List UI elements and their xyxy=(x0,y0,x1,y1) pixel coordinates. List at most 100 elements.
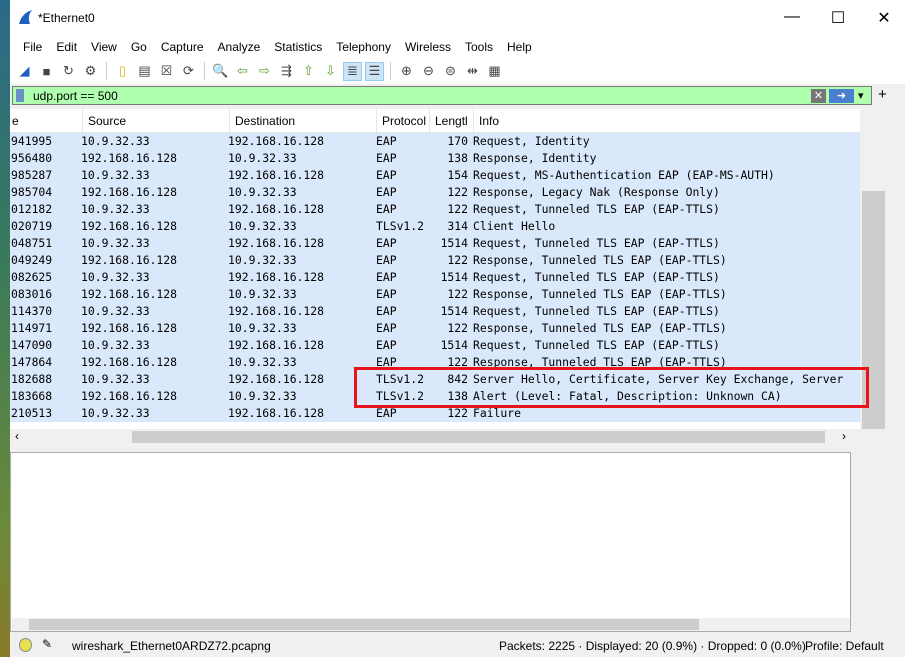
packet-row[interactable]: 985287 10.9.32.33 192.168.16.128 EAP 154 Requ… xyxy=(10,167,860,184)
packet-row[interactable]: 985704 192.168.16.128 10.9.32.33 EAP 122 Resp… xyxy=(10,184,860,201)
destination-cell: 192.168.16.128 xyxy=(228,372,325,386)
source-cell: 192.168.16.128 xyxy=(81,287,178,301)
scroll-right-icon[interactable]: › xyxy=(842,429,846,443)
packet-list-header: e Source Destination Protocol Lengtl Info xyxy=(10,109,860,133)
close-file-icon[interactable]: ☒ xyxy=(157,62,176,81)
reload-icon[interactable]: ⟳ xyxy=(179,62,198,81)
packet-row[interactable]: 114370 10.9.32.33 192.168.16.128 EAP 1514 Req… xyxy=(10,303,860,320)
length-cell: 154 xyxy=(447,168,468,182)
bookmark-icon[interactable] xyxy=(16,89,24,102)
protocol-cell: EAP xyxy=(376,338,397,352)
close-button[interactable]: ✕ xyxy=(874,8,894,28)
zoom-in-icon[interactable]: ⊕ xyxy=(397,62,416,81)
destination-cell: 192.168.16.128 xyxy=(228,270,325,284)
length-cell: 1514 xyxy=(440,304,468,318)
horizontal-scrollbar[interactable]: ‹ › xyxy=(10,429,887,445)
packet-row[interactable]: 083016 192.168.16.128 10.9.32.33 EAP 122 Resp… xyxy=(10,286,860,303)
packet-row[interactable]: 956480 192.168.16.128 10.9.32.33 EAP 138 Resp… xyxy=(10,150,860,167)
column-header-1[interactable]: Source xyxy=(82,109,126,133)
save-icon[interactable]: ▤ xyxy=(135,62,154,81)
packet-row[interactable]: 012182 10.9.32.33 192.168.16.128 EAP 122 Requ… xyxy=(10,201,860,218)
menu-wireless[interactable]: Wireless xyxy=(398,36,458,58)
menu-view[interactable]: View xyxy=(84,36,124,58)
destination-cell: 192.168.16.128 xyxy=(228,406,325,420)
destination-cell: 10.9.32.33 xyxy=(228,219,297,233)
back-icon[interactable]: ⇦ xyxy=(233,62,252,81)
destination-cell: 192.168.16.128 xyxy=(228,338,325,352)
info-cell: Response, Identity xyxy=(473,151,597,165)
profile-label[interactable]: Profile: Default xyxy=(805,639,884,653)
add-filter-button-icon[interactable]: + xyxy=(878,86,887,103)
column-header-5[interactable]: Info xyxy=(473,109,499,133)
restart-icon[interactable]: ↻ xyxy=(59,62,78,81)
menu-help[interactable]: Help xyxy=(500,36,539,58)
expert-info-icon[interactable] xyxy=(19,638,32,652)
packet-details-pane[interactable] xyxy=(10,452,851,632)
wireshark-window: *Ethernet0 — ☐ ✕ File Edit View Go Capture An… xyxy=(10,0,905,657)
protocol-cell: EAP xyxy=(376,202,397,216)
info-cell: Client Hello xyxy=(473,219,556,233)
open-icon[interactable]: ▯ xyxy=(113,62,132,81)
apply-filter-icon[interactable]: ➜ xyxy=(829,89,854,103)
clear-filter-icon[interactable]: ✕ xyxy=(811,89,826,103)
info-cell: Request, Tunneled TLS EAP (EAP-TTLS) xyxy=(473,304,720,318)
destination-cell: 10.9.32.33 xyxy=(228,185,297,199)
shark-fin-icon[interactable]: ◢ xyxy=(15,62,34,81)
length-cell: 122 xyxy=(447,185,468,199)
packet-row[interactable]: 049249 192.168.16.128 10.9.32.33 EAP 122 Resp… xyxy=(10,252,860,269)
packet-row[interactable]: 147090 10.9.32.33 192.168.16.128 EAP 1514 Req… xyxy=(10,337,860,354)
menu-tools[interactable]: Tools xyxy=(458,36,500,58)
capture-comment-icon[interactable]: ✎ xyxy=(42,637,52,651)
window-title: *Ethernet0 xyxy=(38,11,95,25)
zoom-out-icon[interactable]: ⊖ xyxy=(419,62,438,81)
length-cell: 122 xyxy=(447,202,468,216)
time-cell: 082625 xyxy=(11,270,53,284)
forward-icon[interactable]: ⇨ xyxy=(255,62,274,81)
menu-capture[interactable]: Capture xyxy=(154,36,211,58)
autoscroll-icon[interactable]: ≣ xyxy=(343,61,362,81)
filter-input[interactable]: udp.port == 500 xyxy=(33,89,118,103)
last-icon[interactable]: ⇩ xyxy=(321,62,340,81)
find-icon[interactable]: 🔍 xyxy=(211,62,230,81)
time-cell: 049249 xyxy=(11,253,53,267)
capture-file-name: wireshark_Ethernet0ARDZ72.pcapng xyxy=(72,639,271,653)
packet-row[interactable]: 941995 10.9.32.33 192.168.16.128 EAP 170 Requ… xyxy=(10,133,860,150)
column-header-3[interactable]: Protocol xyxy=(376,109,426,133)
packet-row[interactable]: 048751 10.9.32.33 192.168.16.128 EAP 1514 Req… xyxy=(10,235,860,252)
colorize-icon[interactable]: ☰ xyxy=(365,61,384,81)
destination-cell: 192.168.16.128 xyxy=(228,202,325,216)
stop-icon[interactable]: ■ xyxy=(37,62,56,81)
packet-row[interactable]: 020719 192.168.16.128 10.9.32.33 TLSv1.2 314… xyxy=(10,218,860,235)
packet-row[interactable]: 114971 192.168.16.128 10.9.32.33 EAP 122 Resp… xyxy=(10,320,860,337)
protocol-cell: EAP xyxy=(376,151,397,165)
minimize-button[interactable]: — xyxy=(782,8,802,26)
normal-size-icon[interactable]: ⊜ xyxy=(441,62,460,81)
menu-file[interactable]: File xyxy=(16,36,49,58)
details-horizontal-scrollbar[interactable] xyxy=(12,618,850,631)
time-cell: 985287 xyxy=(11,168,53,182)
menu-analyze[interactable]: Analyze xyxy=(211,36,268,58)
column-header-4[interactable]: Lengtl xyxy=(429,109,468,133)
goto-icon[interactable]: ⇶ xyxy=(277,62,296,81)
filter-dropdown-icon[interactable]: ▾ xyxy=(858,89,864,103)
menu-telephony[interactable]: Telephony xyxy=(329,36,398,58)
layout-icon[interactable]: ▦ xyxy=(485,62,504,81)
display-filter-bar[interactable]: udp.port == 500 ✕ ➜ ▾ xyxy=(12,86,872,105)
time-cell: 147090 xyxy=(11,338,53,352)
column-header-0[interactable]: e xyxy=(10,109,19,133)
protocol-cell: EAP xyxy=(376,253,397,267)
column-header-2[interactable]: Destination xyxy=(229,109,295,133)
time-cell: 956480 xyxy=(11,151,53,165)
packet-row[interactable]: 082625 10.9.32.33 192.168.16.128 EAP 1514 Req… xyxy=(10,269,860,286)
first-icon[interactable]: ⇧ xyxy=(299,62,318,81)
menu-statistics[interactable]: Statistics xyxy=(267,36,329,58)
maximize-button[interactable]: ☐ xyxy=(828,8,848,28)
resize-columns-icon[interactable]: ⇹ xyxy=(463,62,482,81)
info-cell: Request, MS-Authentication EAP (EAP-MS-A… xyxy=(473,168,775,182)
source-cell: 192.168.16.128 xyxy=(81,389,178,403)
menu-edit[interactable]: Edit xyxy=(49,36,84,58)
menu-go[interactable]: Go xyxy=(124,36,154,58)
options-icon[interactable]: ⚙ xyxy=(81,62,100,81)
info-cell: Response, Tunneled TLS EAP (EAP-TTLS) xyxy=(473,253,727,267)
scroll-left-icon[interactable]: ‹ xyxy=(15,429,19,443)
